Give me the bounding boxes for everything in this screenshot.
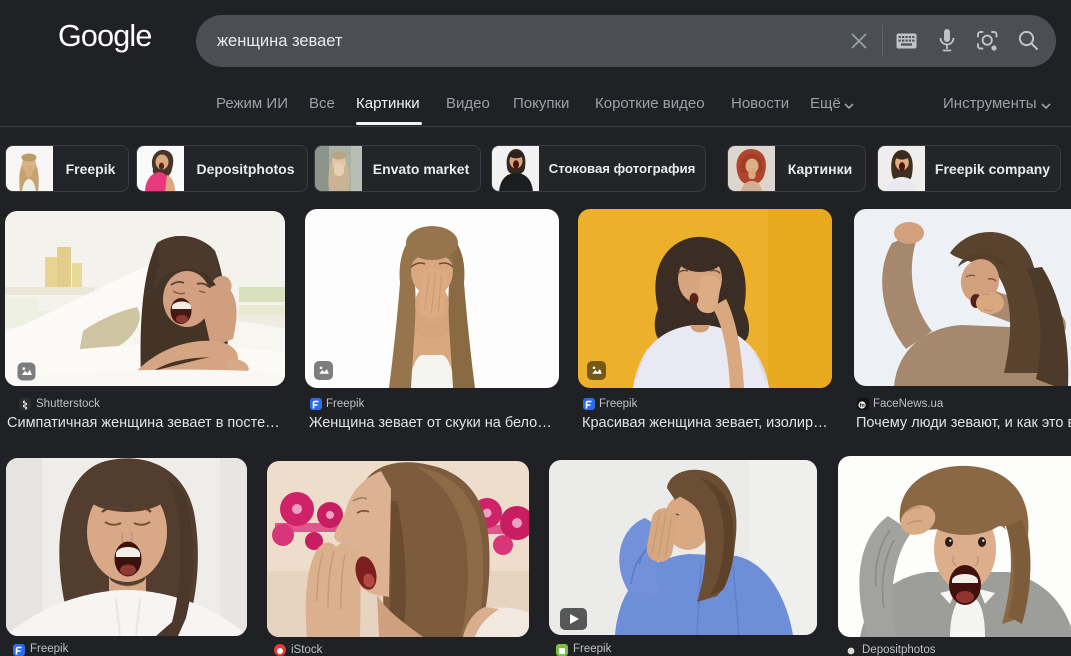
svg-text:fn: fn	[860, 403, 866, 409]
